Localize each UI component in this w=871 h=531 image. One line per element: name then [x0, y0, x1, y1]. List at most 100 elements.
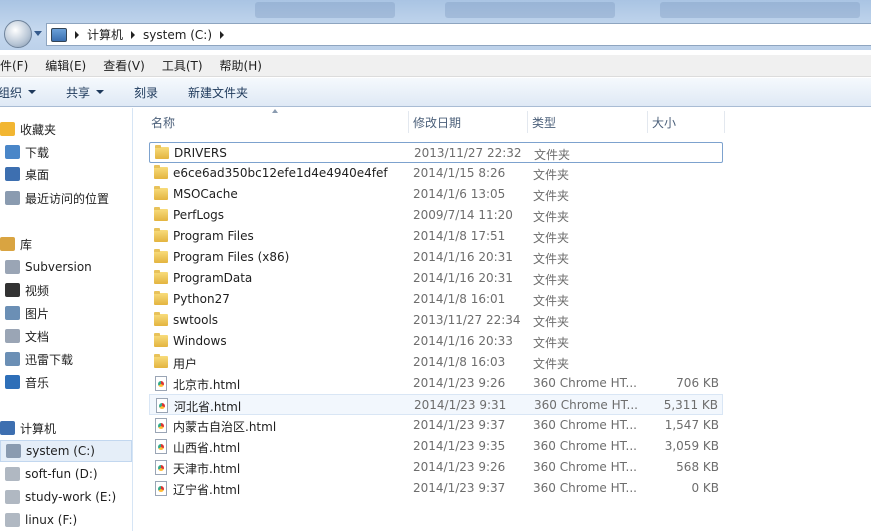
- new-folder-button[interactable]: 新建文件夹: [188, 84, 248, 101]
- column-header-size[interactable]: 大小: [648, 111, 724, 133]
- file-type: 360 Chrome HT...: [534, 398, 638, 412]
- folder-icon: [154, 312, 168, 326]
- file-type: 文件夹: [534, 148, 571, 162]
- background-tab[interactable]: [255, 2, 395, 18]
- burn-button[interactable]: 刻录: [134, 84, 158, 101]
- folder-icon: [154, 228, 168, 242]
- column-header-name[interactable]: 名称: [147, 111, 408, 133]
- file-date: 2014/1/23 9:37: [413, 481, 506, 495]
- sidebar-item[interactable]: 收藏夹: [0, 118, 132, 140]
- file-name: PerfLogs: [173, 208, 225, 222]
- pictures-icon: [5, 306, 20, 320]
- sidebar-item[interactable]: 音乐: [0, 371, 132, 393]
- column-divider[interactable]: [724, 111, 725, 133]
- menu-tools[interactable]: 工具(T): [162, 57, 203, 74]
- column-header-date[interactable]: 修改日期: [409, 111, 527, 133]
- file-date: 2014/1/8 16:01: [413, 292, 506, 306]
- file-type: 文件夹: [533, 231, 570, 245]
- navigation-pane[interactable]: 收藏夹下载桌面 最近访问的位置库 Subversion 视频 图片 文档 迅雷下载 音乐计算机…: [0, 108, 133, 531]
- file-name: swtools: [173, 313, 219, 327]
- menu-view[interactable]: 查看(V): [103, 57, 145, 74]
- file-name: DRIVERS: [174, 146, 227, 160]
- sidebar-item[interactable]: study-work (E:): [0, 486, 132, 508]
- file-date: 2014/1/8 17:51: [413, 229, 506, 243]
- folder-icon: [154, 207, 168, 221]
- sidebar-item-label: 收藏夹: [20, 122, 57, 137]
- file-row[interactable]: e6ce6ad350bc12efe1d4e4940e4fef 2014/1/15…: [149, 163, 723, 184]
- file-name: Python27: [173, 292, 230, 306]
- sidebar-item[interactable]: 图片: [0, 302, 132, 324]
- file-row[interactable]: 山西省.html 2014/1/23 9:35 360 Chrome HT...…: [149, 436, 723, 457]
- file-row[interactable]: 北京市.html 2014/1/23 9:26 360 Chrome HT...…: [149, 373, 723, 394]
- file-date: 2014/1/16 20:33: [413, 334, 513, 348]
- sidebar-item[interactable]: soft-fun (D:): [0, 463, 132, 485]
- file-name: 河北省.html: [174, 400, 242, 414]
- forward-button[interactable]: [4, 20, 32, 48]
- address-bar[interactable]: 计算机 system (C:): [46, 23, 871, 46]
- file-date: 2009/7/14 11:20: [413, 208, 513, 222]
- breadcrumb-arrow-icon[interactable]: [220, 30, 224, 39]
- background-tab[interactable]: [660, 2, 860, 18]
- file-size: 5,311 KB: [663, 398, 718, 412]
- file-row[interactable]: Program Files 2014/1/8 17:51 文件夹: [149, 226, 723, 247]
- column-header-type[interactable]: 类型: [528, 111, 647, 133]
- file-name: 内蒙古自治区.html: [173, 420, 277, 434]
- column-label: 类型: [532, 115, 557, 130]
- organize-button[interactable]: 组织: [0, 84, 37, 101]
- background-tab[interactable]: [445, 2, 615, 18]
- file-row[interactable]: 用户 2014/1/8 16:03 文件夹: [149, 352, 723, 373]
- sidebar-item[interactable]: 文档: [0, 325, 132, 347]
- file-list[interactable]: 名称 修改日期 类型 大小 DRIVERS 2013/11/27 22:32 文…: [134, 108, 871, 531]
- folder-icon: [154, 186, 168, 200]
- sidebar-item[interactable]: linux (F:): [0, 509, 132, 531]
- file-row[interactable]: DRIVERS 2013/11/27 22:32 文件夹: [149, 142, 723, 163]
- file-row[interactable]: 辽宁省.html 2014/1/23 9:37 360 Chrome HT...…: [149, 478, 723, 499]
- folder-icon: [154, 291, 168, 305]
- file-name: Program Files: [173, 229, 254, 243]
- breadcrumb-system-c[interactable]: system (C:): [143, 28, 212, 42]
- file-row[interactable]: 河北省.html 2014/1/23 9:31 360 Chrome HT...…: [149, 394, 723, 415]
- sidebar-item[interactable]: 视频: [0, 279, 132, 301]
- file-row[interactable]: MSOCache 2014/1/6 13:05 文件夹: [149, 184, 723, 205]
- menu-help[interactable]: 帮助(H): [220, 57, 262, 74]
- file-row[interactable]: ProgramData 2014/1/16 20:31 文件夹: [149, 268, 723, 289]
- sidebar-item[interactable]: 下载: [0, 141, 132, 163]
- file-name: e6ce6ad350bc12efe1d4e4940e4fef: [173, 166, 388, 180]
- file-row[interactable]: Program Files (x86) 2014/1/16 20:31 文件夹: [149, 247, 723, 268]
- file-row[interactable]: 内蒙古自治区.html 2014/1/23 9:37 360 Chrome HT…: [149, 415, 723, 436]
- sidebar-item[interactable]: 最近访问的位置: [0, 187, 132, 209]
- menu-file[interactable]: 件(F): [0, 57, 28, 74]
- file-type: 文件夹: [533, 252, 570, 266]
- sidebar-item[interactable]: 桌面: [0, 163, 132, 185]
- sidebar-item[interactable]: system (C:): [0, 440, 132, 462]
- file-row[interactable]: 天津市.html 2014/1/23 9:26 360 Chrome HT...…: [149, 457, 723, 478]
- system-drive-icon: [6, 444, 21, 458]
- folder-icon: [154, 165, 168, 179]
- sidebar-item[interactable]: 库: [0, 233, 132, 255]
- sidebar-item[interactable]: Subversion: [0, 256, 132, 278]
- file-size: 1,547 KB: [664, 418, 719, 432]
- breadcrumb-computer[interactable]: 计算机: [87, 26, 123, 43]
- html-file-icon: [156, 398, 168, 413]
- file-row[interactable]: Python27 2014/1/8 16:01 文件夹: [149, 289, 723, 310]
- breadcrumb-arrow-icon[interactable]: [75, 30, 79, 39]
- file-name: 北京市.html: [173, 378, 241, 392]
- music-icon: [5, 375, 20, 389]
- desktop-icon: [5, 167, 20, 181]
- file-row[interactable]: swtools 2013/11/27 22:34 文件夹: [149, 310, 723, 331]
- file-date: 2014/1/23 9:35: [413, 439, 506, 453]
- breadcrumb-arrow-icon[interactable]: [131, 30, 136, 39]
- sidebar-item[interactable]: 迅雷下载: [0, 348, 132, 370]
- sidebar-item-label: 下载: [25, 145, 50, 160]
- share-button[interactable]: 共享: [66, 84, 105, 101]
- html-file-icon: [155, 460, 167, 475]
- html-file-icon: [155, 376, 167, 391]
- history-dropdown-icon[interactable]: [34, 31, 42, 36]
- file-name: ProgramData: [173, 271, 253, 285]
- menu-edit[interactable]: 编辑(E): [45, 57, 86, 74]
- sidebar-item[interactable]: 计算机: [0, 417, 132, 439]
- drive-icon: [5, 513, 20, 527]
- documents-icon: [5, 329, 20, 343]
- file-row[interactable]: PerfLogs 2009/7/14 11:20 文件夹: [149, 205, 723, 226]
- file-row[interactable]: Windows 2014/1/16 20:33 文件夹: [149, 331, 723, 352]
